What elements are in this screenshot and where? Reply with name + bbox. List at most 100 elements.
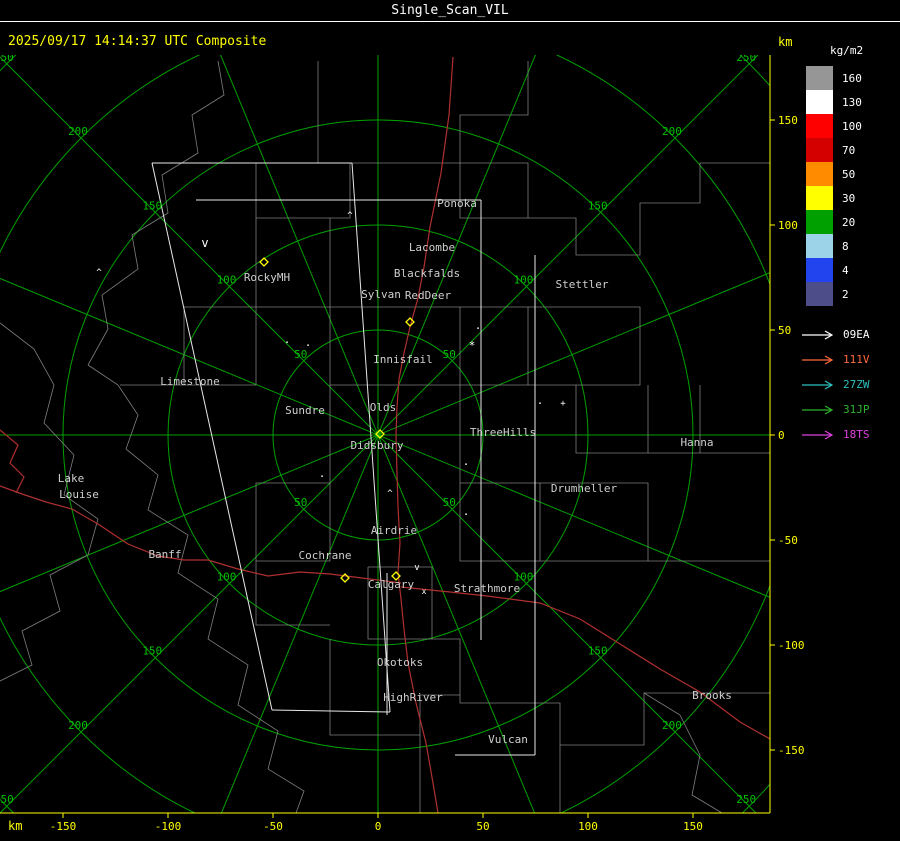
radar-id-label: 111V [843, 353, 870, 366]
legend-radar-row: 31JP [800, 397, 900, 422]
legend-radar-row: 09EA [800, 322, 900, 347]
point-marker: x [422, 587, 427, 596]
radar-id-label: 31JP [843, 403, 870, 416]
legend-scale-row: 70 [800, 138, 900, 162]
right-axis-tick-label: 100 [778, 219, 798, 232]
city-label: Drumheller [551, 482, 618, 495]
highway-line [400, 586, 770, 740]
city-label: Okotoks [377, 656, 423, 669]
radar-map: 50 50 50 50 100 100 100 100 150 150 150 150 200 200 20… [0, 55, 805, 833]
city-label: Blackfalds [394, 267, 460, 280]
range-ring [0, 55, 770, 813]
radar-arrow-icon [802, 429, 834, 440]
legend-color-swatch [806, 90, 833, 114]
legend-radar-row: 18TS [800, 422, 900, 447]
legend-scale-value: 100 [842, 119, 862, 133]
city-label: Brooks [692, 689, 732, 702]
boundary-line [575, 385, 649, 454]
city-label: Strathmore [454, 582, 520, 595]
point-marker: v [201, 236, 208, 250]
legend-scale-row: 8 [800, 234, 900, 258]
boundary-line [329, 306, 461, 386]
city-label: Ponoka [437, 197, 477, 210]
timestamp-label: 2025/09/17 14:14:37 UTC Composite [8, 34, 267, 49]
bottom-axis-tick-label: 150 [683, 820, 703, 833]
ring-distance-label: 150 [588, 645, 608, 658]
map-layers: 50 5050 50100 100100 100150 150150 150200 20020… [0, 55, 770, 813]
legend-unit-label: kg/m2 [830, 44, 864, 57]
city-label: Hanna [680, 436, 713, 449]
boundary-line [0, 322, 99, 682]
ring-distance-label: 250 [0, 55, 14, 64]
ring-distance-label: 250 [0, 793, 14, 806]
ring-distance-label: 50 [294, 496, 307, 509]
bottom-axis-tick-label: -150 [50, 820, 77, 833]
legend-scale-value: 2 [842, 287, 849, 301]
ring-distance-label: 250 [736, 793, 756, 806]
city-label: RockyMH [244, 271, 290, 284]
range-spoke [0, 55, 759, 813]
right-axis-tick-label: 0 [778, 429, 785, 442]
bottom-axis-tick-label: -50 [263, 820, 283, 833]
ring-distance-label: 200 [662, 719, 682, 732]
boundary-line [528, 162, 770, 256]
point-marker: · [284, 336, 291, 349]
point-marker: · [463, 508, 470, 521]
right-axis-tick-label: 50 [778, 324, 791, 337]
point-marker: ^ [96, 268, 102, 278]
city-label: Olds [370, 401, 397, 414]
legend-radar-list: 09EA 111V 27ZW 31JP 18TS [800, 322, 900, 447]
city-label: Calgary [368, 578, 415, 591]
boundary-line [643, 692, 723, 813]
city-label: Sylvan [361, 288, 401, 301]
ring-distance-label: 50 [443, 496, 456, 509]
ring-distance-label: 50 [443, 348, 456, 361]
city-label: Louise [59, 488, 99, 501]
ring-distance-label: 200 [68, 125, 88, 138]
ring-distance-label: 100 [514, 274, 534, 287]
legend-radar-row: 27ZW [800, 372, 900, 397]
window-title: Single_Scan_VIL [391, 3, 509, 18]
scan-outline [151, 162, 273, 711]
legend-scale-value: 130 [842, 95, 862, 109]
legend-color-swatch [806, 234, 833, 258]
legend-scale-row: 130 [800, 90, 900, 114]
ring-distance-label: 150 [142, 645, 162, 658]
city-label: Cochrane [299, 549, 352, 562]
city-label: Banff [148, 548, 181, 561]
city-label: Vulcan [488, 733, 528, 746]
legend-color-swatch [806, 138, 833, 162]
radar-id-label: 09EA [843, 328, 870, 341]
legend-scale-value: 20 [842, 215, 856, 229]
ring-distance-label: 100 [217, 570, 237, 583]
range-spoke [0, 56, 757, 813]
point-marker: · [305, 339, 312, 352]
radar-id-label: 18TS [843, 428, 870, 441]
boundary-line [183, 306, 257, 386]
ring-distance-label: 250 [736, 55, 756, 64]
legend-color-swatch [806, 282, 833, 306]
point-marker: * [469, 339, 476, 352]
point-marker: · [463, 458, 470, 471]
point-marker: · [319, 470, 326, 483]
legend-scale-value: 70 [842, 143, 856, 157]
right-axis-unit-label: km [778, 35, 793, 49]
boundary-line [350, 61, 529, 164]
legend-scale-value: 30 [842, 191, 856, 205]
radar-id-label: 27ZW [843, 378, 870, 391]
bottom-axis-tick-label: 50 [476, 820, 489, 833]
legend-color-swatch [806, 114, 833, 138]
city-label: Lake [58, 472, 85, 485]
point-marker: ^ [387, 489, 393, 499]
right-axis-tick-label: -50 [778, 534, 798, 547]
boundary-line [87, 364, 305, 813]
city-label: RedDeer [405, 289, 452, 302]
radar-arrow-icon [802, 329, 834, 340]
legend-scale-row: 100 [800, 114, 900, 138]
city-label: Limestone [160, 375, 220, 388]
right-axis-tick-label: 150 [778, 114, 798, 127]
ring-distance-label: 100 [217, 274, 237, 287]
bottom-axis-unit-label: km [8, 819, 22, 833]
bottom-axis-tick-label: -100 [155, 820, 182, 833]
point-marker: · [537, 397, 544, 410]
